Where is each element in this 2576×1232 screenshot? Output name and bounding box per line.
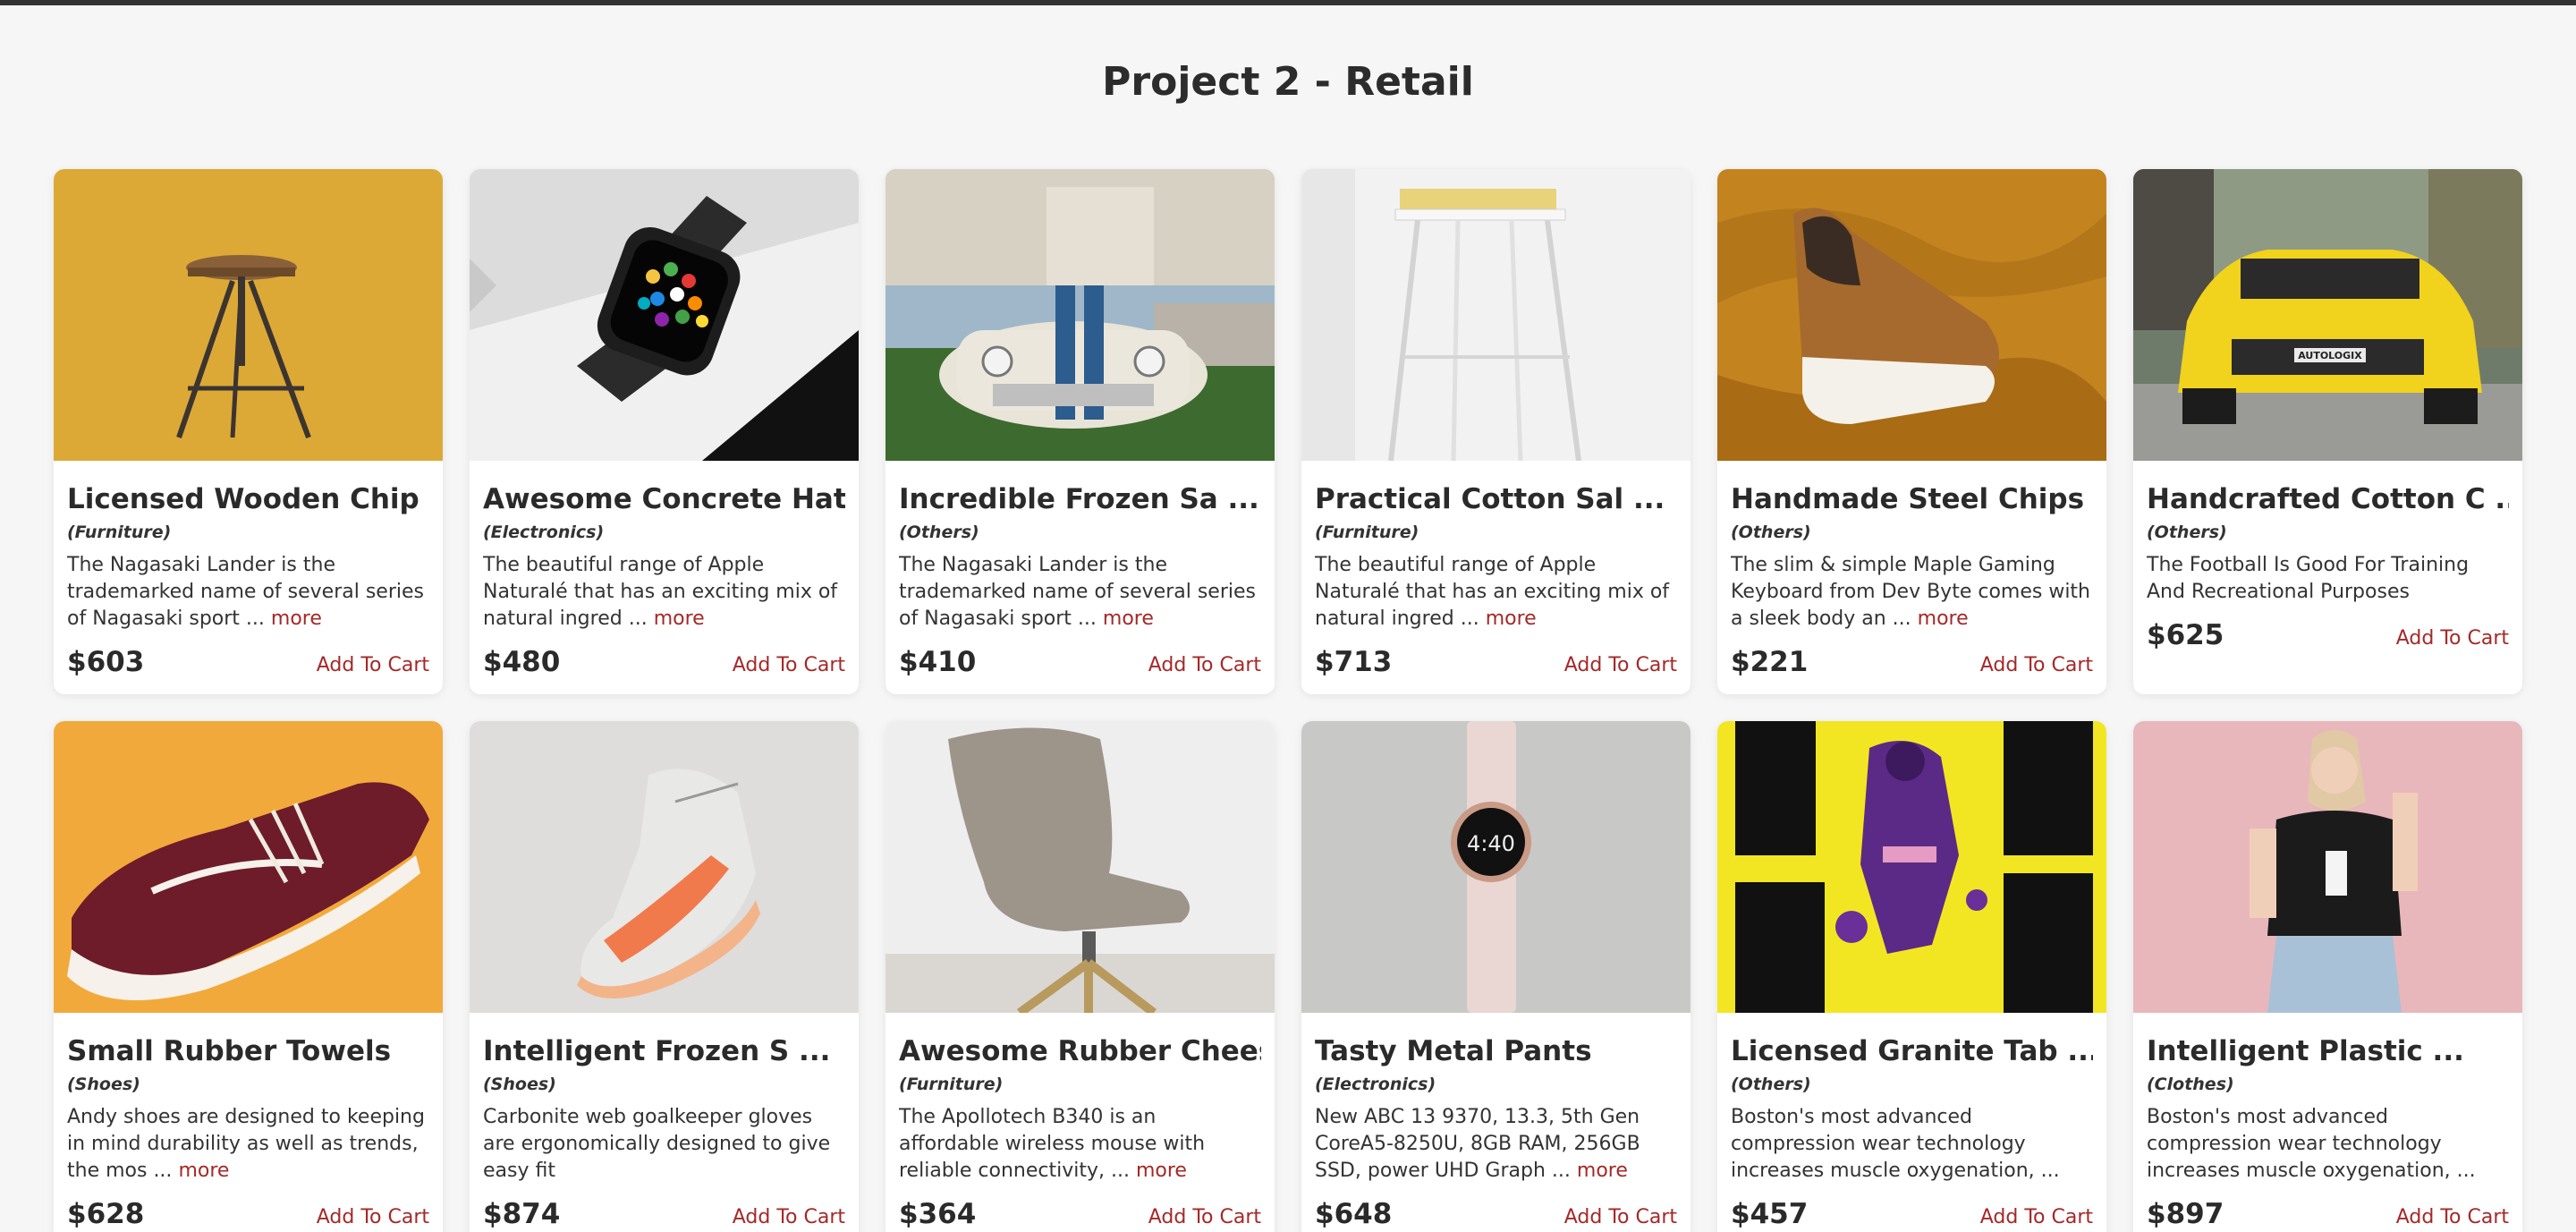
- product-description: Boston's most advanced compression wear …: [2147, 1106, 2476, 1182]
- product-description: The beautiful range of Apple Naturalé th…: [483, 554, 838, 630]
- product-description: The Nagasaki Lander is the trademarked n…: [67, 554, 424, 630]
- product-category: (Shoes): [483, 1075, 556, 1094]
- product-description: New ABC 13 9370, 13.3, 5th Gen CoreA5-82…: [1315, 1106, 1640, 1182]
- page-title: Project 2 - Retail: [1102, 59, 1474, 105]
- product-image-yellow-car[interactable]: AUTOLOGIX: [2133, 169, 2522, 461]
- product-name: Licensed Granite Tab ...: [1731, 1035, 2093, 1067]
- product-card[interactable]: Practical Cotton Sal ... (Furniture) The…: [1301, 169, 1690, 694]
- product-name: Awesome Concrete Hat: [483, 483, 845, 515]
- product-image-skate-shoe[interactable]: [54, 721, 443, 1013]
- product-name: Incredible Frozen Sa ...: [899, 483, 1259, 515]
- product-card[interactable]: Handmade Steel Chips (Others) The slim &…: [1717, 169, 2106, 694]
- product-price: $713: [1315, 646, 1393, 678]
- add-to-cart-button[interactable]: Add To Cart: [1980, 1206, 2093, 1228]
- more-link[interactable]: more: [1918, 608, 1969, 630]
- product-price: $897: [2147, 1198, 2224, 1230]
- product-price: $648: [1315, 1198, 1393, 1230]
- product-category: (Others): [2147, 523, 2227, 542]
- product-card[interactable]: Licensed Granite Tab ... (Others) Boston…: [1717, 721, 2106, 1232]
- product-name: Intelligent Plastic ...: [2147, 1035, 2464, 1067]
- add-to-cart-button[interactable]: Add To Cart: [733, 1206, 845, 1228]
- product-card[interactable]: Awesome Rubber Chees ... (Furniture) The…: [886, 721, 1275, 1232]
- product-image-tshirt-model[interactable]: [2133, 721, 2522, 1013]
- product-card[interactable]: Incredible Frozen Sa ... (Others) The Na…: [886, 169, 1275, 694]
- product-description: The slim & simple Maple Gaming Keyboard …: [1731, 554, 2091, 630]
- product-price: $603: [67, 646, 145, 678]
- product-image-classic-car[interactable]: [886, 169, 1275, 461]
- product-category: (Others): [1731, 1075, 1811, 1094]
- more-link[interactable]: more: [654, 608, 705, 630]
- more-link[interactable]: more: [1136, 1160, 1187, 1182]
- product-category: (Furniture): [1315, 523, 1419, 542]
- product-description: Boston's most advanced compression wear …: [1731, 1106, 2060, 1182]
- product-price: $625: [2147, 619, 2224, 651]
- add-to-cart-button[interactable]: Add To Cart: [317, 654, 429, 676]
- product-card[interactable]: Intelligent Frozen S ... (Shoes) Carboni…: [470, 721, 859, 1232]
- product-price: $364: [899, 1198, 977, 1230]
- product-image-movie-poster[interactable]: [1717, 721, 2106, 1013]
- product-card[interactable]: 4:40 Tasty Metal Pants (Electronics) New…: [1301, 721, 1690, 1232]
- product-description: Andy shoes are designed to keeping in mi…: [67, 1106, 425, 1182]
- product-image-running-shoe[interactable]: [470, 721, 859, 1013]
- add-to-cart-button[interactable]: Add To Cart: [1564, 654, 1677, 676]
- product-description: The beautiful range of Apple Naturalé th…: [1315, 554, 1670, 630]
- product-image-smartwatch[interactable]: [470, 169, 859, 461]
- product-name: Licensed Wooden Chip ...: [67, 483, 429, 515]
- product-price: $221: [1731, 646, 1809, 678]
- product-category: (Furniture): [67, 523, 172, 542]
- product-card[interactable]: Licensed Wooden Chip ... (Furniture) The…: [54, 169, 443, 694]
- more-link[interactable]: more: [271, 608, 322, 630]
- more-link[interactable]: more: [1577, 1160, 1628, 1182]
- product-description: The Nagasaki Lander is the trademarked n…: [899, 554, 1256, 630]
- license-plate: AUTOLOGIX: [2298, 350, 2362, 361]
- product-grid: Licensed Wooden Chip ... (Furniture) The…: [54, 169, 2522, 1232]
- add-to-cart-button[interactable]: Add To Cart: [2396, 1206, 2509, 1228]
- product-image-stool[interactable]: [54, 169, 443, 461]
- product-category: (Electronics): [483, 523, 605, 542]
- add-to-cart-button[interactable]: Add To Cart: [2396, 627, 2509, 650]
- product-card[interactable]: AUTOLOGIX Handcrafted Cotton C ... (Othe…: [2133, 169, 2522, 694]
- add-to-cart-button[interactable]: Add To Cart: [733, 654, 845, 676]
- product-image-clear-stool[interactable]: [1301, 169, 1690, 461]
- product-price: $480: [483, 646, 561, 678]
- product-description: Carbonite web goalkeeper gloves are ergo…: [483, 1106, 831, 1182]
- product-category: (Others): [899, 523, 979, 542]
- product-name: Practical Cotton Sal ...: [1315, 483, 1665, 515]
- add-to-cart-button[interactable]: Add To Cart: [1148, 654, 1261, 676]
- product-price: $628: [67, 1198, 145, 1230]
- product-category: (Clothes): [2147, 1075, 2234, 1094]
- product-name: Small Rubber Towels: [67, 1035, 392, 1067]
- product-name: Awesome Rubber Chees ...: [899, 1035, 1261, 1067]
- product-price: $457: [1731, 1198, 1809, 1230]
- product-name: Intelligent Frozen S ...: [483, 1035, 831, 1067]
- product-card[interactable]: Small Rubber Towels (Shoes) Andy shoes a…: [54, 721, 443, 1232]
- watch-time: 4:40: [1467, 831, 1515, 856]
- more-link[interactable]: more: [178, 1160, 229, 1182]
- add-to-cart-button[interactable]: Add To Cart: [1148, 1206, 1261, 1228]
- product-name: Handcrafted Cotton C ...: [2147, 483, 2509, 515]
- product-card[interactable]: Awesome Concrete Hat (Electronics) The b…: [470, 169, 859, 694]
- more-link[interactable]: more: [1103, 608, 1154, 630]
- product-price: $874: [483, 1198, 561, 1230]
- product-price: $410: [899, 646, 977, 678]
- product-category: (Others): [1731, 523, 1811, 542]
- top-border: [0, 0, 2576, 5]
- product-image-sneaker[interactable]: [1717, 169, 2106, 461]
- add-to-cart-button[interactable]: Add To Cart: [1980, 654, 2093, 676]
- product-description: The Apollotech B340 is an affordable wir…: [899, 1106, 1206, 1182]
- product-description: The Football Is Good For Training And Re…: [2147, 554, 2470, 603]
- product-image-pink-watch[interactable]: 4:40: [1301, 721, 1690, 1013]
- product-category: (Furniture): [899, 1075, 1004, 1094]
- product-category: (Shoes): [67, 1075, 140, 1094]
- product-name: Tasty Metal Pants: [1315, 1035, 1592, 1067]
- product-category: (Electronics): [1315, 1075, 1436, 1094]
- product-image-lounge-chair[interactable]: [886, 721, 1275, 1013]
- add-to-cart-button[interactable]: Add To Cart: [317, 1206, 429, 1228]
- add-to-cart-button[interactable]: Add To Cart: [1564, 1206, 1677, 1228]
- product-name: Handmade Steel Chips: [1731, 483, 2085, 515]
- product-card[interactable]: Intelligent Plastic ... (Clothes) Boston…: [2133, 721, 2522, 1232]
- more-link[interactable]: more: [1486, 608, 1537, 630]
